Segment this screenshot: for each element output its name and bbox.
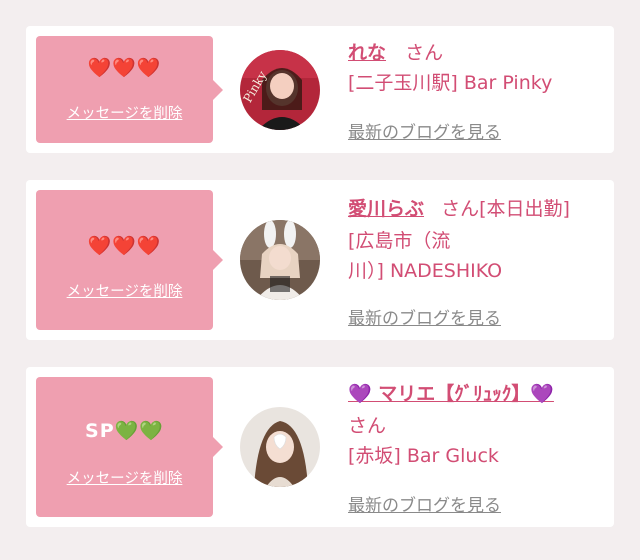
message-card: SP💚💚 メッセージを削除 💜 マリエ【ｸﾞﾘｭｯｸ】💜 さん [赤坂] Bar… xyxy=(26,367,614,527)
delete-message-link[interactable]: メッセージを削除 xyxy=(36,467,213,488)
delete-message-link[interactable]: メッセージを削除 xyxy=(36,280,213,301)
shop-label-line2: 川）] NADESHIKO xyxy=(348,260,503,282)
message-card: ❤️❤️❤️ メッセージを削除 Pinky れな さん [二子玉川駅] Bar … xyxy=(26,26,614,153)
badge-reactions: ❤️❤️❤️ xyxy=(87,235,162,257)
honorific: さん xyxy=(405,42,444,64)
honorific: さん[本日出勤] xyxy=(441,198,570,220)
profile-info: 💜 マリエ【ｸﾞﾘｭｯｸ】💜 さん [赤坂] Bar Gluck xyxy=(348,377,610,497)
avatar[interactable] xyxy=(240,407,320,487)
delete-message-link[interactable]: メッセージを削除 xyxy=(36,102,213,123)
latest-blog-link[interactable]: 最新のブログを見る xyxy=(348,118,501,143)
shop-label: [二子玉川駅] Bar Pinky xyxy=(348,72,553,94)
shop-label-line1: [広島市（流 xyxy=(348,230,451,252)
latest-blog-link[interactable]: 最新のブログを見る xyxy=(348,304,501,329)
honorific: さん xyxy=(348,415,387,437)
profile-name-link[interactable]: 💜 マリエ【ｸﾞﾘｭｯｸ】💜 xyxy=(348,383,554,405)
shop-label: [赤坂] Bar Gluck xyxy=(348,445,499,467)
profile-name-link[interactable]: 愛川らぶ xyxy=(348,198,424,220)
avatar[interactable]: Pinky xyxy=(240,50,320,130)
badge-reactions: SP💚💚 xyxy=(85,420,164,442)
latest-blog-link[interactable]: 最新のブログを見る xyxy=(348,491,501,516)
avatar[interactable] xyxy=(240,220,320,300)
badge-reactions: ❤️❤️❤️ xyxy=(87,57,162,79)
reaction-badge: SP💚💚 メッセージを削除 xyxy=(36,377,223,517)
message-card: ❤️❤️❤️ メッセージを削除 愛川らぶ さん[本日出勤] [広島市（流 川）]… xyxy=(26,180,614,340)
profile-info: 愛川らぶ さん[本日出勤] [広島市（流 川）] NADESHIKO xyxy=(348,194,610,304)
reaction-badge: ❤️❤️❤️ メッセージを削除 xyxy=(36,36,223,143)
profile-name-link[interactable]: れな xyxy=(348,42,386,64)
reaction-badge: ❤️❤️❤️ メッセージを削除 xyxy=(36,190,223,330)
